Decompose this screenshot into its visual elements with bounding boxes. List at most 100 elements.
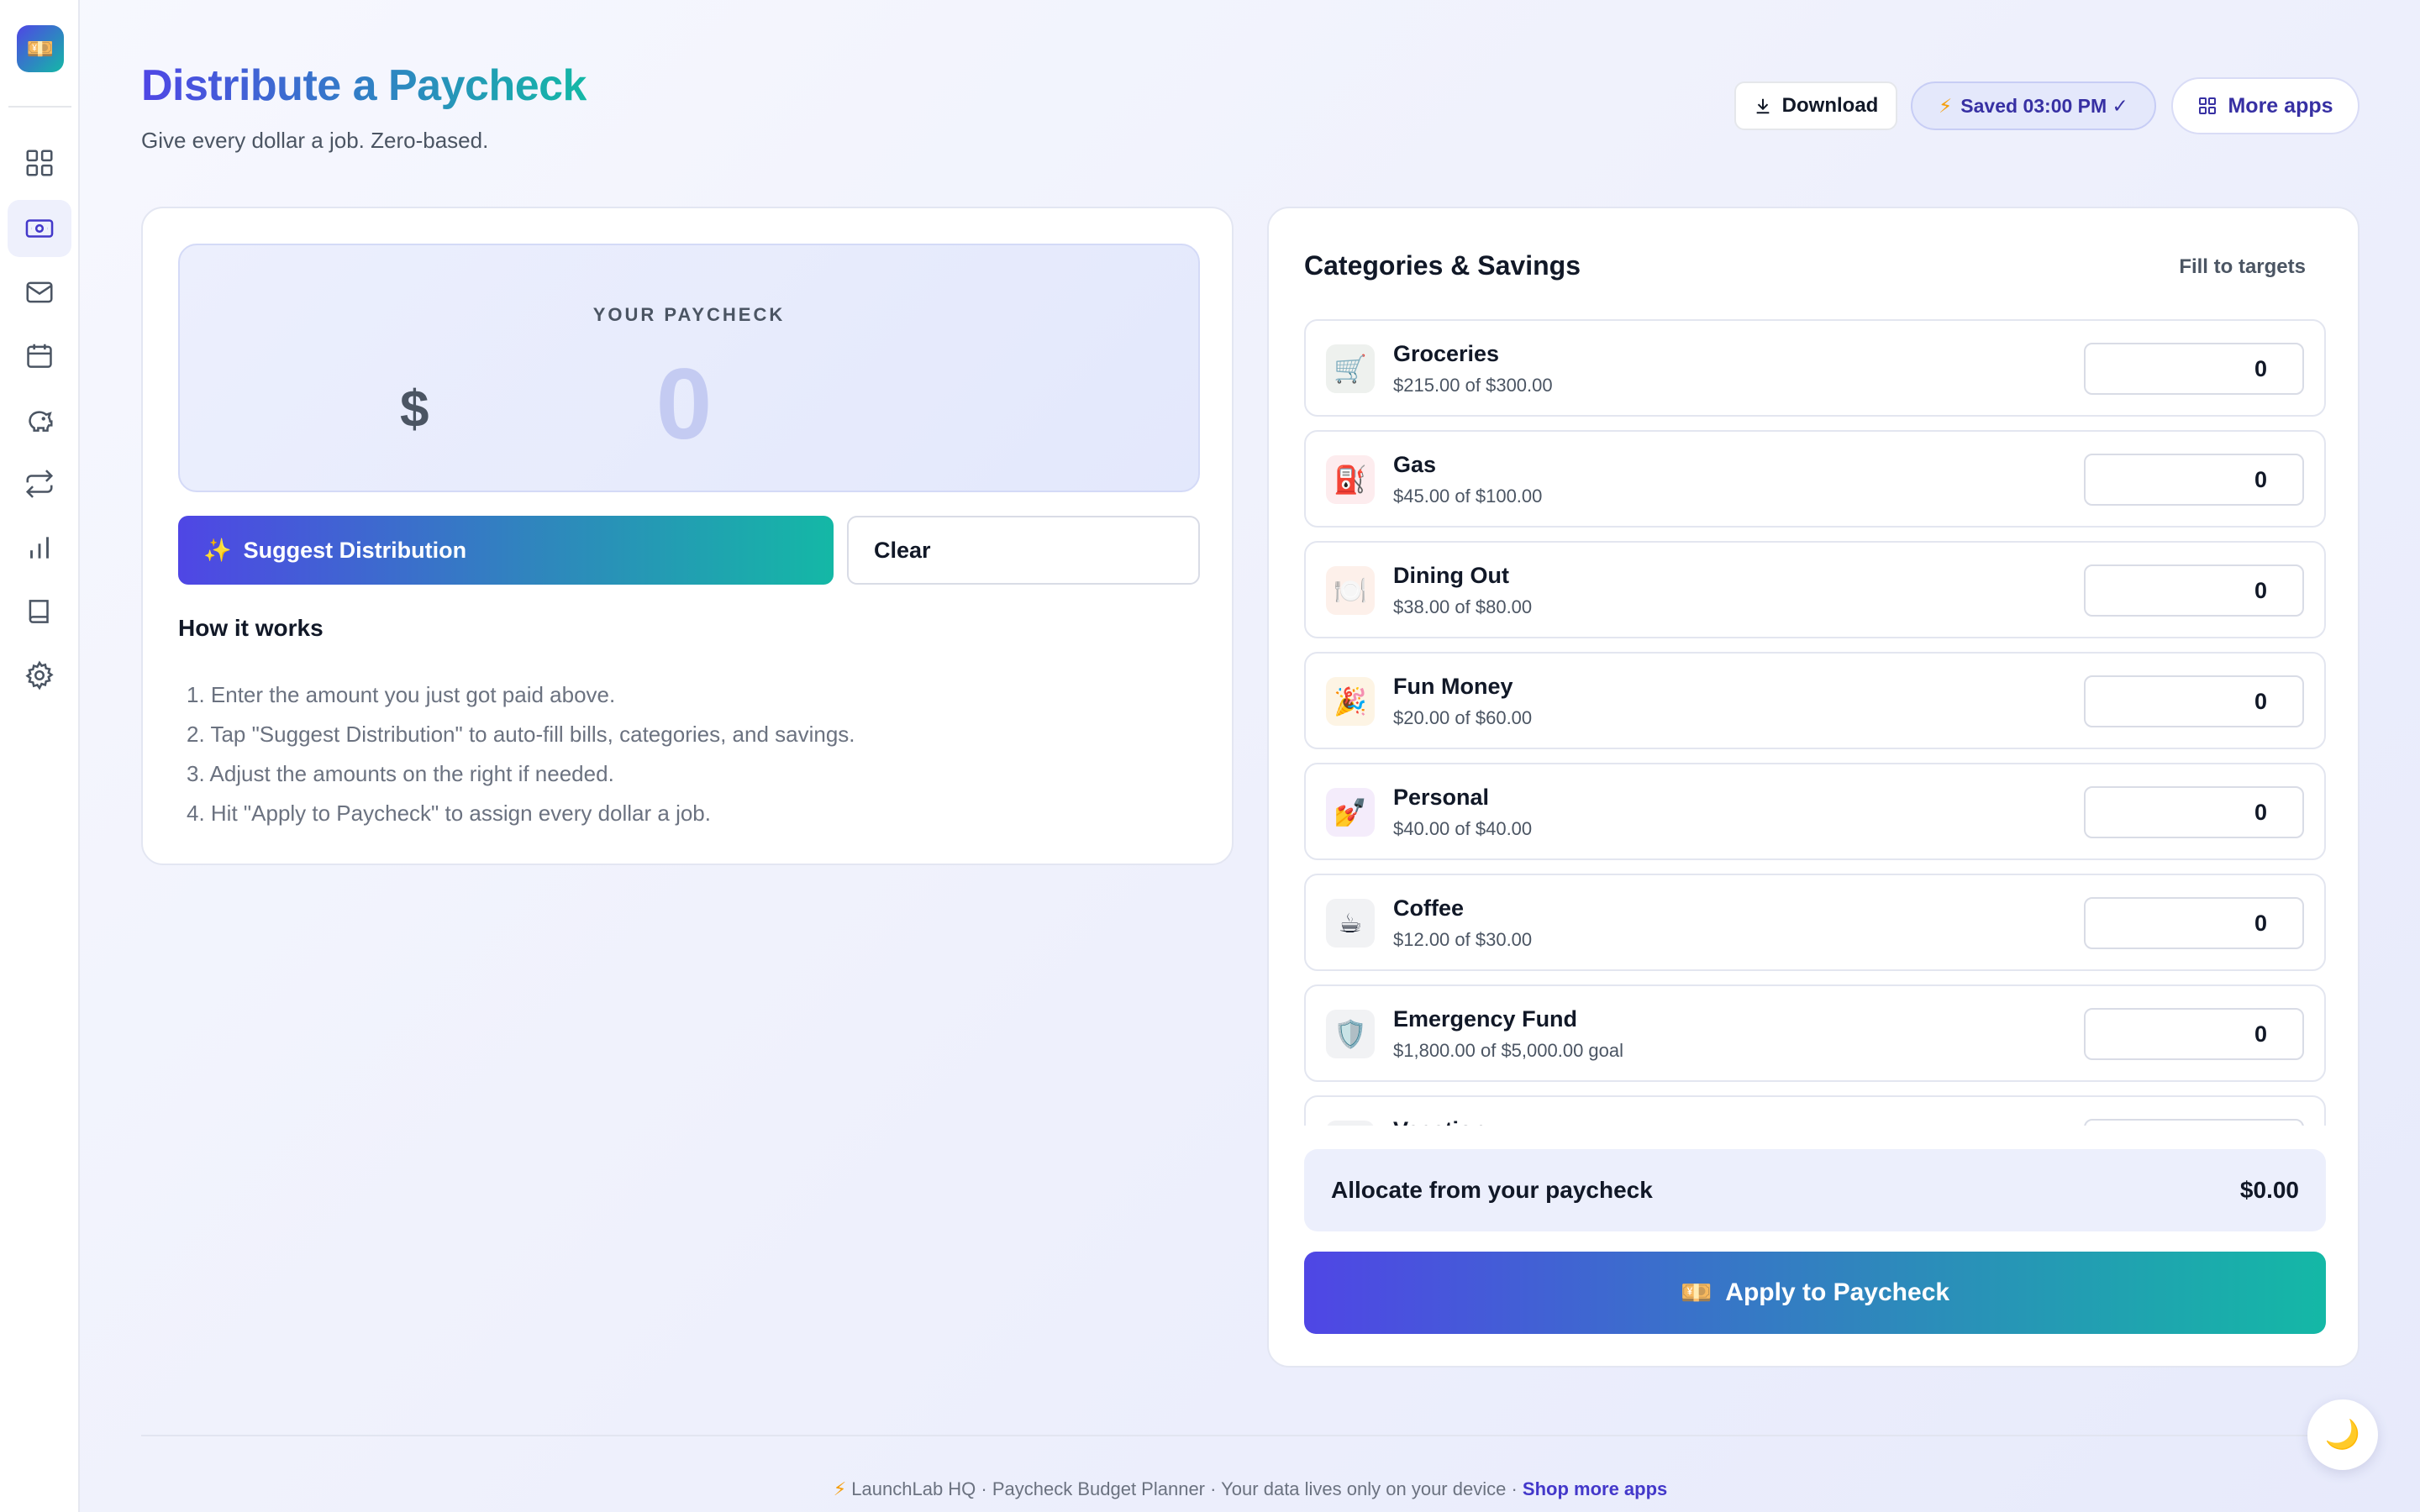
category-amount-input[interactable]: 0 [2084, 1008, 2304, 1060]
mail-icon [26, 281, 53, 303]
category-name: Personal [1393, 785, 1490, 810]
allocate-label: Allocate from your paycheck [1331, 1177, 1653, 1203]
fuel-pump-icon: ⛽ [1326, 455, 1375, 504]
download-icon [1756, 98, 1770, 114]
category-name: Vacation [1393, 1117, 1486, 1126]
footer-divider [141, 1435, 2360, 1436]
sidebar-item-settings[interactable] [8, 647, 71, 704]
category-amount-input[interactable]: 0 [2084, 1119, 2304, 1126]
saved-label: Saved 03:00 PM ✓ [1960, 94, 2128, 117]
shield-icon: 🛡️ [1326, 1010, 1375, 1058]
sidebar-item-recurring[interactable] [8, 455, 71, 512]
more-apps-label: More apps [2228, 93, 2333, 118]
download-label: Download [1781, 94, 1879, 117]
category-progress: $38.00 of $80.00 [1393, 596, 1533, 617]
category-row-dining-out: 🍽️ Dining Out $38.00 of $80.00 0 [1304, 541, 2326, 638]
category-row-vacation: 🏖️ Vacation 0 [1304, 1095, 2326, 1126]
category-name: Dining Out [1393, 563, 1509, 588]
category-amount-input[interactable]: 0 [2084, 675, 2304, 727]
shop-more-apps-link[interactable]: Shop more apps [1523, 1478, 1667, 1499]
dark-mode-toggle[interactable]: 🌙 [2307, 1399, 2378, 1470]
suggest-label: Suggest Distribution [243, 537, 467, 563]
more-apps-button[interactable]: More apps [2171, 77, 2360, 134]
category-row-coffee: ☕ Coffee $12.00 of $30.00 0 [1304, 874, 2326, 971]
party-popper-icon: 🎉 [1326, 677, 1375, 726]
category-progress: $20.00 of $60.00 [1393, 707, 1533, 728]
sidebar-divider [8, 106, 71, 108]
suggest-distribution-button[interactable]: ✨ Suggest Distribution [178, 516, 834, 585]
categories-title: Categories & Savings [1304, 250, 1581, 281]
gear-icon [25, 660, 54, 690]
category-amount-input[interactable]: 0 [2084, 454, 2304, 506]
plate-icon: 🍽️ [1326, 566, 1375, 615]
bar-chart-icon [30, 537, 49, 559]
category-row-personal: 💅 Personal $40.00 of $40.00 0 [1304, 763, 2326, 860]
fill-to-targets-button[interactable]: Fill to targets [2179, 255, 2306, 279]
category-progress: $45.00 of $100.00 [1393, 486, 1543, 507]
step-item: 1. Enter the amount you just got paid ab… [187, 682, 616, 707]
paycheck-amount-input[interactable]: 0 [600, 346, 768, 462]
book-icon [29, 600, 49, 623]
lightning-icon: ⚡ [833, 1478, 847, 1499]
category-name: Gas [1393, 452, 1437, 477]
category-progress: $40.00 of $40.00 [1393, 818, 1533, 839]
footer-text: LaunchLab HQ · Paycheck Budget Planner ·… [851, 1478, 1518, 1499]
page-subtitle: Give every dollar a job. Zero-based. [141, 128, 489, 153]
download-button[interactable]: Download [1734, 81, 1897, 130]
category-progress: $215.00 of $300.00 [1393, 375, 1553, 396]
category-amount-input[interactable]: 0 [2084, 564, 2304, 617]
clear-label: Clear [874, 537, 931, 563]
footer: ⚡ LaunchLab HQ · Paycheck Budget Planner… [141, 1478, 2360, 1500]
category-row-gas: ⛽ Gas $45.00 of $100.00 0 [1304, 430, 2326, 528]
apps-grid-icon [2199, 97, 2217, 114]
category-progress: $1,800.00 of $5,000.00 goal [1393, 1040, 1624, 1061]
repeat-icon [25, 470, 54, 498]
beach-icon: 🏖️ [1326, 1121, 1375, 1126]
allocate-summary: Allocate from your paycheck $0.00 [1304, 1149, 2326, 1231]
currency-symbol: $ [400, 381, 429, 438]
category-amount-input[interactable]: 0 [2084, 343, 2304, 395]
nail-polish-icon: 💅 [1326, 788, 1375, 837]
category-amount-input[interactable]: 0 [2084, 786, 2304, 838]
sidebar-item-guide[interactable] [8, 583, 71, 640]
category-name: Coffee [1393, 895, 1465, 921]
grid-icon [26, 150, 53, 176]
coffee-icon: ☕ [1326, 899, 1375, 948]
shopping-cart-icon: 🛒 [1326, 344, 1375, 393]
sidebar-item-paycheck[interactable] [8, 200, 71, 257]
category-row-fun-money: 🎉 Fun Money $20.00 of $60.00 0 [1304, 652, 2326, 749]
category-amount-input[interactable]: 0 [2084, 897, 2304, 949]
step-item: 3. Adjust the amounts on the right if ne… [187, 761, 614, 786]
paycheck-label: YOUR PAYCHECK [592, 304, 786, 325]
sidebar: 💴 [0, 0, 80, 1512]
how-it-works-steps: 1. Enter the amount you just got paid ab… [187, 675, 855, 833]
sidebar-item-calendar[interactable] [8, 328, 71, 385]
how-it-works-title: How it works [178, 615, 324, 641]
sidebar-item-savings[interactable] [8, 391, 71, 449]
sidebar-item-mail[interactable] [8, 264, 71, 321]
apply-label: Apply to Paycheck [1725, 1278, 1950, 1306]
category-row-groceries: 🛒 Groceries $215.00 of $300.00 0 [1304, 319, 2326, 417]
money-bill-icon: 💴 [1680, 1278, 1712, 1307]
money-icon [25, 219, 54, 238]
calendar-icon [27, 344, 52, 368]
sparkles-icon: ✨ [203, 538, 232, 563]
step-item: 2. Tap "Suggest Distribution" to auto-fi… [187, 722, 855, 747]
step-item: 4. Hit "Apply to Paycheck" to assign eve… [187, 801, 711, 826]
piggy-bank-icon [29, 411, 53, 432]
paycheck-amount-field[interactable]: YOUR PAYCHECK $ 0 [178, 244, 1200, 492]
sidebar-item-reports[interactable] [8, 519, 71, 576]
clear-button[interactable]: Clear [847, 516, 1200, 585]
paycheck-logo-icon[interactable]: 💴 [17, 25, 64, 72]
category-name: Groceries [1393, 341, 1500, 366]
moon-icon: 🌙 [2324, 1419, 2361, 1451]
paycheck-card: YOUR PAYCHECK $ 0 ✨ Suggest Distribution… [141, 207, 1234, 865]
category-list[interactable]: 🛒 Groceries $215.00 of $300.00 0 ⛽ Gas $… [1304, 319, 2326, 1126]
page-title: Distribute a Paycheck [141, 61, 587, 110]
sidebar-item-dashboard[interactable] [8, 134, 71, 192]
saved-status-badge: ⚡ Saved 03:00 PM ✓ [1911, 81, 2156, 130]
lightning-icon: ⚡ [1939, 94, 1953, 117]
category-progress: $12.00 of $30.00 [1393, 929, 1533, 950]
apply-to-paycheck-button[interactable]: 💴 Apply to Paycheck [1304, 1252, 2326, 1334]
category-row-emergency-fund: 🛡️ Emergency Fund $1,800.00 of $5,000.00… [1304, 984, 2326, 1082]
